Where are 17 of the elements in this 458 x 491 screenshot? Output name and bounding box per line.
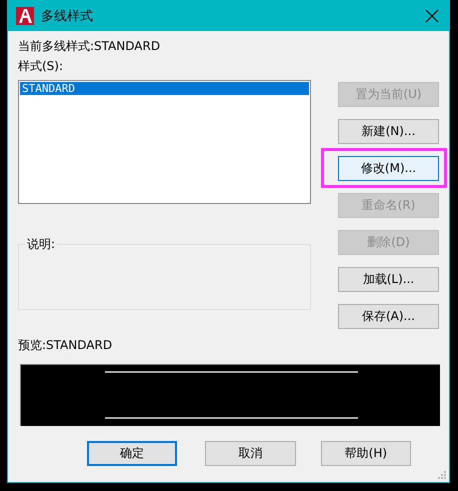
dialog-button[interactable]: 取消: [205, 441, 296, 466]
resize-grip-icon[interactable]: [438, 471, 447, 480]
dialog-button[interactable]: 确定: [87, 441, 178, 466]
close-icon[interactable]: [425, 8, 439, 22]
dialog-button[interactable]: 加载(L)...: [338, 267, 439, 292]
dialog-button[interactable]: 新建(N)...: [338, 119, 439, 144]
dialog-button[interactable]: 修改(M)...: [338, 156, 439, 181]
window-title: 多线样式: [41, 8, 94, 24]
description-label: 说明:: [25, 237, 58, 251]
list-item[interactable]: STANDARD: [20, 82, 309, 95]
current-style-label: 当前多线样式:STANDARD: [18, 39, 162, 53]
style-list[interactable]: STANDARD: [18, 80, 311, 204]
styles-label: 样式(S):: [18, 59, 64, 73]
preview-label: 预览:STANDARD: [18, 338, 114, 352]
dialog-button[interactable]: 帮助(H): [320, 441, 411, 466]
dialog-button[interactable]: 保存(A)...: [338, 304, 439, 329]
app-logo-icon: [16, 6, 34, 24]
